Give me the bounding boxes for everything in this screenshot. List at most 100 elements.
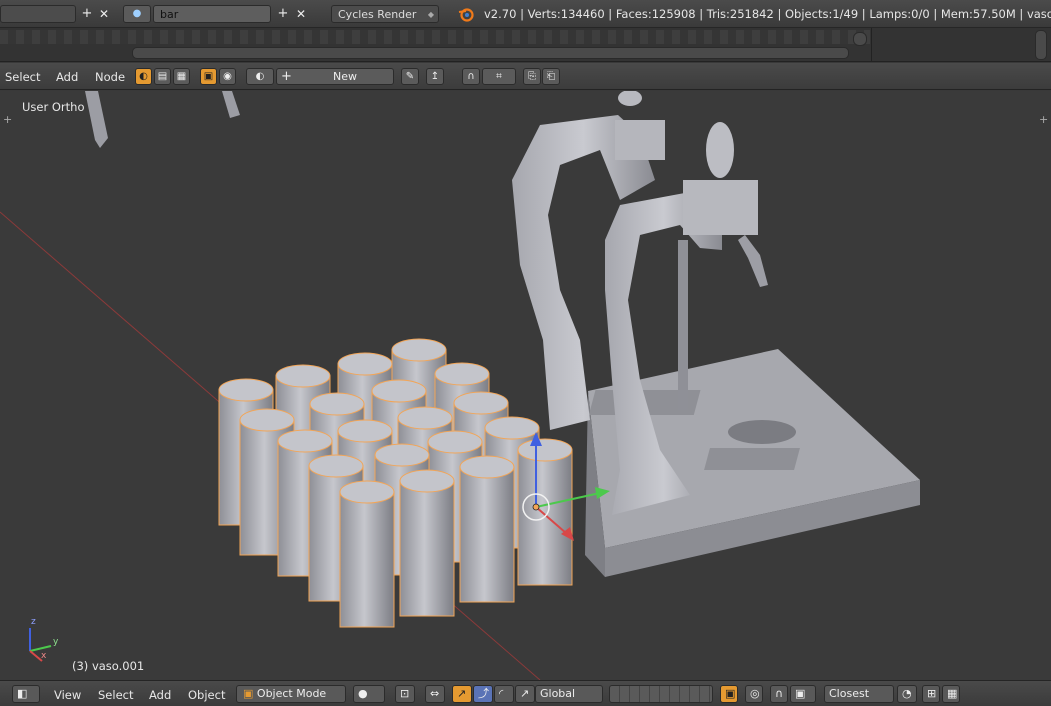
snap-target-label: Closest: [829, 687, 870, 700]
render-engine-select[interactable]: Cycles Render ◆: [331, 5, 439, 23]
manipulator-icon: ⇔: [430, 687, 440, 700]
snap-toggle-button[interactable]: ∩: [462, 68, 480, 85]
vertical-scrollbar[interactable]: [1035, 30, 1047, 60]
manipulator-space-button[interactable]: ↗: [515, 685, 535, 703]
chevron-updown-icon: ◆: [427, 10, 434, 19]
drip-tray-grate-2: [704, 448, 800, 470]
timeline-ruler[interactable]: [0, 30, 870, 44]
scene-statistics: v2.70 | Verts:134460 | Faces:125908 | Tr…: [484, 7, 1051, 21]
menu-add[interactable]: Add: [149, 688, 171, 702]
menu-view[interactable]: View: [54, 688, 81, 702]
tap-knob-front: [706, 122, 734, 178]
glass[interactable]: [399, 469, 455, 617]
pivot-point-select[interactable]: ⊡: [395, 685, 415, 703]
pivot-icon: ⊡: [400, 687, 410, 700]
glass[interactable]: [339, 480, 395, 628]
scene-browse-button[interactable]: ●: [123, 5, 151, 23]
partial-object-2: [222, 91, 240, 118]
glass[interactable]: [459, 455, 515, 603]
timeline-area[interactable]: [0, 28, 1051, 62]
mode-select[interactable]: ▣ Object Mode: [236, 685, 346, 703]
view-name-label: User Ortho: [22, 100, 85, 114]
node-editor-header: Select Add Node ◐ ▤ ▦ ▣ ◉ ◐ + New ✎ ↥ ∩ …: [0, 63, 1051, 90]
menu-add[interactable]: Add: [56, 70, 78, 84]
transform-orientation-select[interactable]: Global: [535, 685, 603, 703]
snap-target-select[interactable]: Closest: [824, 685, 894, 703]
proportional-edit-button[interactable]: ◎: [745, 685, 763, 703]
horizontal-scrollbar[interactable]: [132, 47, 849, 59]
blender-logo-icon: [458, 6, 474, 22]
add-screen-icon[interactable]: +: [80, 5, 94, 23]
lock-camera-button[interactable]: ▣: [720, 685, 738, 703]
texture-nodes-button[interactable]: ▦: [173, 68, 190, 85]
scroll-end-handle[interactable]: [853, 32, 867, 46]
copy-icon: ⎘: [528, 71, 536, 82]
area-divider: [871, 28, 872, 62]
arrow-up-icon: ↥: [430, 71, 440, 82]
snap-grid-icon: ⌗: [496, 71, 502, 82]
scene-icon: ●: [132, 8, 142, 19]
active-object-label: (3) vaso.001: [72, 659, 145, 673]
menu-object[interactable]: Object: [188, 688, 225, 702]
world-icon: ◉: [223, 71, 232, 82]
manipulator-toggle[interactable]: ⇔: [425, 685, 445, 703]
opengl-render-button[interactable]: ◔: [897, 685, 917, 703]
shader-nodes-button[interactable]: ◐: [135, 68, 152, 85]
menu-node[interactable]: Node: [95, 70, 125, 84]
menu-select[interactable]: Select: [98, 688, 133, 702]
object-shader-button[interactable]: ▣: [200, 68, 217, 85]
3d-view-header: ◧ View Select Add Object ▣ Object Mode ●…: [0, 680, 1051, 706]
checker-icon: ▦: [176, 71, 187, 82]
translate-manipulator-button[interactable]: ↗: [452, 685, 472, 703]
right-region-toggle-icon[interactable]: +: [1039, 113, 1048, 126]
material-browse-button[interactable]: ◐: [246, 68, 274, 85]
snap-element-button[interactable]: ▣: [790, 685, 816, 703]
orientation-label: Global: [540, 687, 576, 700]
new-material-button[interactable]: + New: [276, 68, 394, 85]
left-region-toggle-icon[interactable]: +: [3, 113, 12, 126]
render-animation-button[interactable]: ▦: [942, 685, 960, 703]
new-material-label: New: [333, 70, 357, 83]
snap-toggle[interactable]: ∩: [770, 685, 788, 703]
rotate-icon: ⤴: [478, 687, 489, 700]
gizmo-y-label: y: [53, 637, 59, 647]
close-scene-icon[interactable]: ✕: [294, 5, 308, 23]
paste-nodes-button[interactable]: ⎗: [542, 68, 560, 85]
add-scene-icon[interactable]: +: [276, 5, 290, 23]
scale-manipulator-button[interactable]: ◜: [494, 685, 514, 703]
solid-sphere-icon: ●: [358, 687, 368, 700]
screen-layout-field[interactable]: [0, 5, 76, 23]
camera-icon: ⊞: [927, 687, 937, 700]
pin-button[interactable]: ✎: [401, 68, 419, 85]
glasses-group[interactable]: [218, 338, 573, 628]
snap-element-select[interactable]: ⌗: [482, 68, 516, 85]
snap-cube-icon: ▣: [795, 687, 806, 700]
object-origin: [532, 503, 540, 511]
menu-select[interactable]: Select: [5, 70, 40, 84]
layer-buttons[interactable]: [609, 685, 713, 703]
tap-pipe: [678, 240, 688, 410]
cube-icon: ◧: [17, 687, 28, 700]
glass[interactable]: [517, 438, 573, 586]
close-screen-icon[interactable]: ✕: [97, 5, 111, 23]
render-icon: ◔: [902, 687, 912, 700]
magnet-icon: ∩: [467, 71, 475, 82]
3d-viewport[interactable]: User Ortho (3) vaso.001 z y x + +: [0, 91, 1051, 680]
render-image-button[interactable]: ⊞: [922, 685, 940, 703]
scene-name-field[interactable]: bar: [153, 5, 271, 23]
viewport-scene[interactable]: [0, 91, 1051, 680]
copy-nodes-button[interactable]: ⎘: [523, 68, 541, 85]
editor-type-button[interactable]: ◧: [12, 685, 40, 703]
translate-icon: ↗: [457, 687, 467, 700]
render-engine-label: Cycles Render: [338, 8, 417, 21]
rotate-manipulator-button[interactable]: ⤴: [473, 685, 493, 703]
layers-icon: ▤: [157, 71, 168, 82]
mode-label: Object Mode: [256, 687, 327, 700]
parent-node-tree-button[interactable]: ↥: [426, 68, 444, 85]
tap-handle-back: [615, 120, 665, 160]
compositing-nodes-button[interactable]: ▤: [154, 68, 171, 85]
world-shader-button[interactable]: ◉: [219, 68, 236, 85]
object-mode-icon: ▣: [243, 687, 254, 700]
drain: [728, 420, 796, 444]
viewport-shading-select[interactable]: ●: [353, 685, 385, 703]
